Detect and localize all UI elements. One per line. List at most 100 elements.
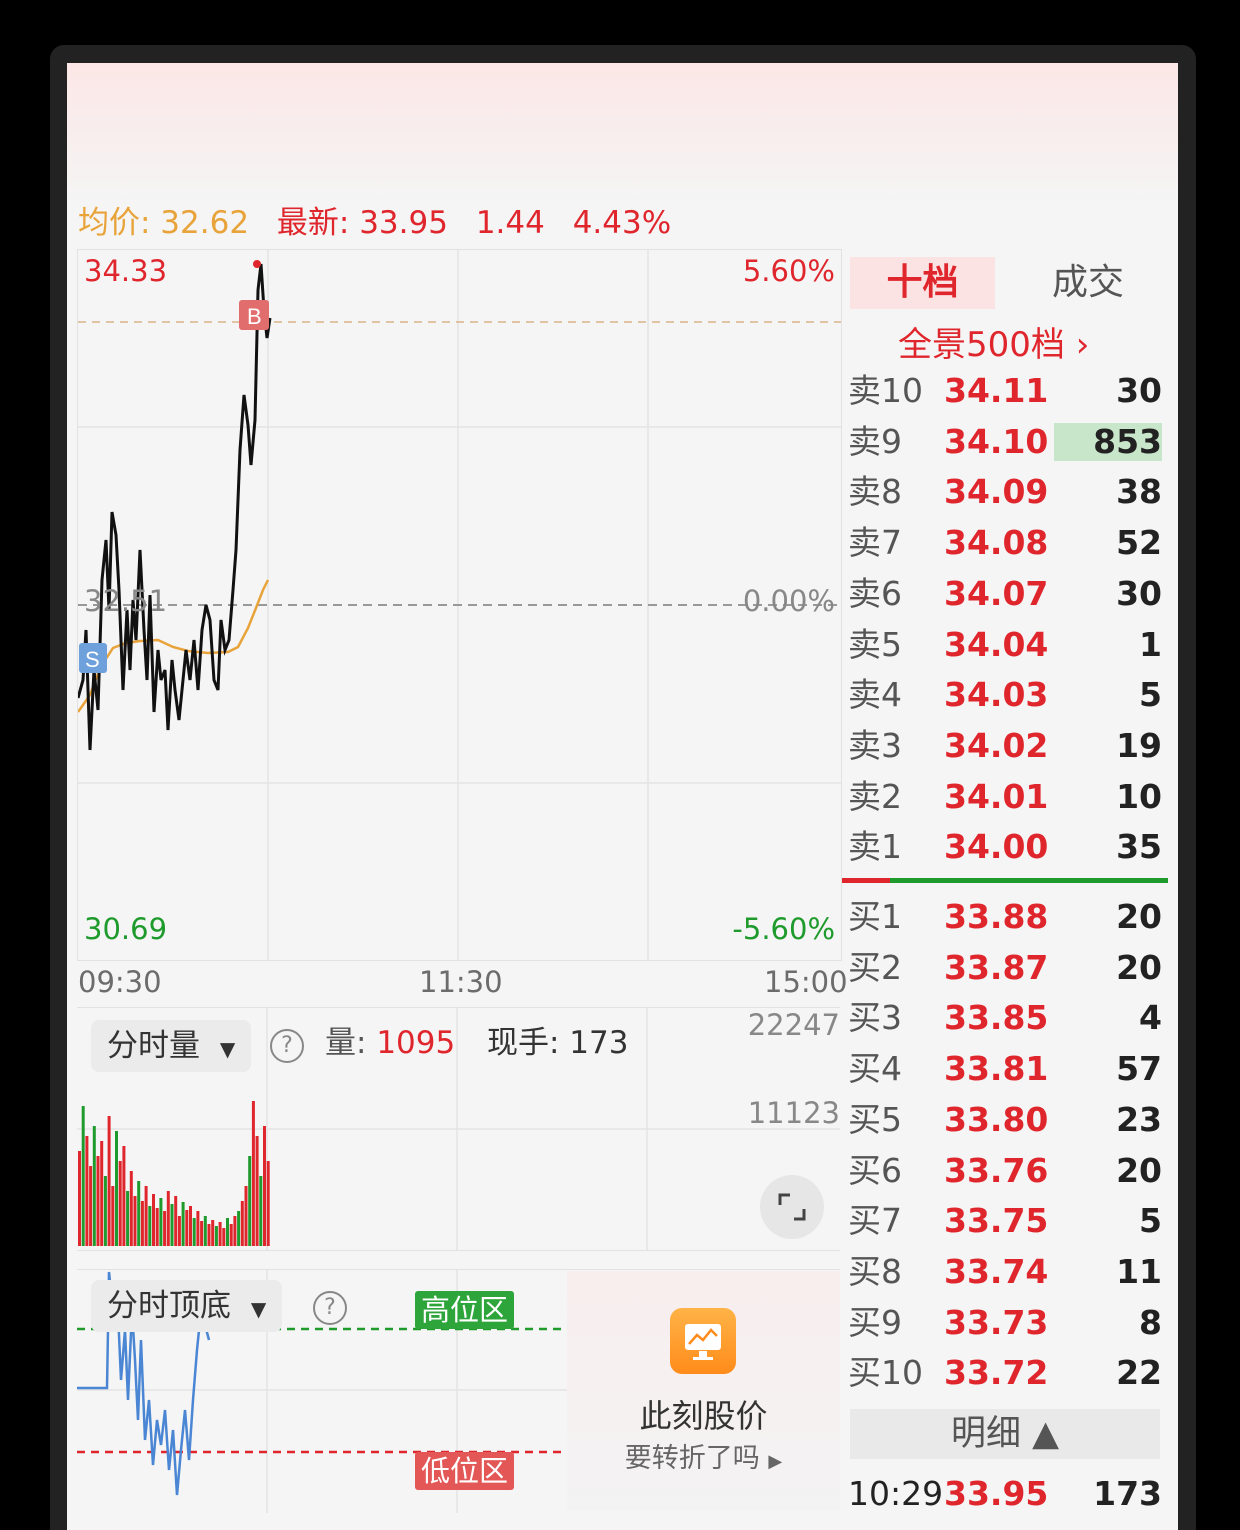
level-price: 33.80 (944, 1099, 1049, 1139)
ask-level-row[interactable]: 卖2 34.01 10 (848, 772, 1162, 822)
last-trade-time: 10:29 (848, 1474, 944, 1513)
bid-level-row[interactable]: 买4 33.81 57 (848, 1044, 1162, 1094)
level-price: 33.81 (944, 1049, 1049, 1089)
level-label: 买10 (848, 1353, 923, 1393)
volume-bar (126, 1191, 130, 1246)
level-price: 33.73 (944, 1302, 1049, 1342)
level-qty: 10 (1116, 776, 1162, 816)
volume-bar (137, 1181, 141, 1246)
bid-level-row[interactable]: 买8 33.74 11 (848, 1247, 1162, 1297)
high-price-label: 34.33 (84, 254, 168, 288)
current-hand-readout: 现手: 173 (487, 1025, 629, 1061)
level-label: 卖7 (848, 523, 902, 563)
volume-bar (148, 1206, 152, 1246)
level-qty: 35 (1116, 827, 1162, 867)
volume-scale-mid: 11123 (747, 1096, 840, 1130)
bid-level-row[interactable]: 买2 33.87 20 (848, 943, 1162, 993)
level-qty: 8 (1139, 1302, 1162, 1342)
volume-bar (189, 1206, 192, 1246)
volume-bar (233, 1216, 237, 1246)
detail-toggle-button[interactable]: 明细 ▲ (850, 1409, 1160, 1459)
tab-ten-levels[interactable]: 十档 (850, 257, 995, 309)
latest-price: 最新: 33.95 (276, 205, 448, 241)
monitor-chart-icon (670, 1308, 736, 1374)
level-label: 卖10 (848, 371, 923, 410)
time-end: 15:00 (764, 965, 848, 999)
volume-bar (214, 1226, 218, 1246)
level-price: 33.74 (944, 1251, 1049, 1291)
volume-value: 1095 (376, 1025, 456, 1061)
header-band (67, 63, 1178, 203)
volume-bar (78, 1151, 81, 1246)
bid-level-row[interactable]: 买1 33.88 20 (848, 892, 1162, 942)
level-label: 买5 (848, 1099, 902, 1139)
level-price: 34.08 (944, 523, 1049, 563)
level-label: 卖8 (848, 472, 902, 512)
ask-level-row[interactable]: 卖3 34.02 19 (848, 721, 1162, 771)
promo-subtitle-row: 要转折了吗 ▶ (567, 1436, 840, 1475)
volume-bar (103, 1176, 107, 1246)
ask-level-row[interactable]: 卖7 34.08 52 (848, 518, 1162, 568)
level-qty: 52 (1116, 523, 1162, 563)
volume-bar (122, 1146, 126, 1246)
level-label: 卖4 (848, 675, 902, 715)
ref-price-label: 32.51 (84, 584, 168, 618)
chevron-down-icon: ▼ (250, 1297, 267, 1321)
volume-bar (248, 1156, 252, 1246)
bid-level-row[interactable]: 买6 33.76 20 (848, 1146, 1162, 1196)
volume-help-icon[interactable]: ? (270, 1029, 304, 1063)
volume-bar (251, 1101, 255, 1246)
ask-level-row[interactable]: 卖10 34.11 30 (848, 366, 1162, 416)
level-price: 33.85 (944, 998, 1049, 1038)
volume-bar (200, 1221, 204, 1246)
volume-bar (118, 1161, 122, 1246)
volume-bar (129, 1171, 133, 1246)
panorama-500-link[interactable]: 全景500档 › (898, 317, 1089, 366)
volume-bar (107, 1116, 111, 1246)
bid-level-row[interactable]: 买5 33.80 23 (848, 1095, 1162, 1145)
volume-bar (255, 1136, 259, 1246)
volume-panel: 分时量 ▼ ? 量: 1095 现手: 173 22247 11123 (77, 1007, 840, 1251)
volume-bar (192, 1218, 196, 1246)
bid-level-row[interactable]: 买10 33.72 22 (848, 1348, 1162, 1398)
volume-bar (111, 1186, 115, 1246)
tab-trades[interactable]: 成交 (1018, 257, 1158, 309)
level-price: 34.07 (944, 573, 1049, 613)
ask-level-row[interactable]: 卖6 34.07 30 (848, 569, 1162, 619)
volume-bar (133, 1196, 137, 1246)
volume-bar (85, 1136, 89, 1246)
bid-ask-ratio-bar (842, 878, 1168, 883)
oscillator-indicator-select[interactable]: 分时顶底 ▼ (91, 1280, 283, 1332)
volume-bar (263, 1126, 266, 1246)
volume-bar (218, 1222, 222, 1246)
ask-level-row[interactable]: 卖5 34.04 1 (848, 620, 1162, 670)
ask-level-row[interactable]: 卖9 34.10 853 (848, 417, 1162, 467)
volume-bar (174, 1196, 178, 1246)
promo-card[interactable]: 此刻股价 要转折了吗 ▶ (567, 1271, 840, 1511)
high-pct-label: 5.60% (742, 254, 835, 288)
ask-level-row[interactable]: 卖1 34.00 35 (848, 822, 1162, 872)
ask-level-row[interactable]: 卖4 34.03 5 (848, 670, 1162, 720)
volume-bar (229, 1224, 233, 1246)
order-book: 十档 成交 全景500档 › 卖10 34.11 30 卖9 34.10 853 卖8 34.… (842, 249, 1168, 1530)
ask-level-row[interactable]: 卖8 34.09 38 (848, 467, 1162, 517)
level-label: 买6 (848, 1150, 902, 1190)
bid-level-row[interactable]: 买7 33.75 5 (848, 1196, 1162, 1246)
volume-bar (144, 1186, 148, 1246)
intraday-price-chart[interactable]: B S 34.33 5.60% 32.51 0.00% 30.69 -5.60% (77, 249, 842, 961)
last-trade-row: 10:29 33.95 173 (848, 1469, 1162, 1519)
time-start: 09:30 (78, 965, 162, 999)
time-mid: 11:30 (419, 965, 503, 999)
volume-indicator-select[interactable]: 分时量 ▼ (91, 1020, 252, 1072)
promo-title: 此刻股价 (639, 1397, 768, 1435)
fullscreen-button[interactable] (760, 1175, 824, 1239)
level-qty: 20 (1116, 1150, 1162, 1190)
level-qty: 4 (1139, 998, 1162, 1038)
bid-level-row[interactable]: 买3 33.85 4 (848, 993, 1162, 1043)
oscillator-help-icon[interactable]: ? (313, 1291, 347, 1325)
bid-level-row[interactable]: 买9 33.73 8 (848, 1298, 1162, 1348)
volume-bar (96, 1156, 100, 1246)
ref-pct-label: 0.00% (742, 584, 835, 618)
level-price: 34.10 (944, 421, 1049, 461)
high-zone-tag: 高位区 (415, 1291, 515, 1329)
